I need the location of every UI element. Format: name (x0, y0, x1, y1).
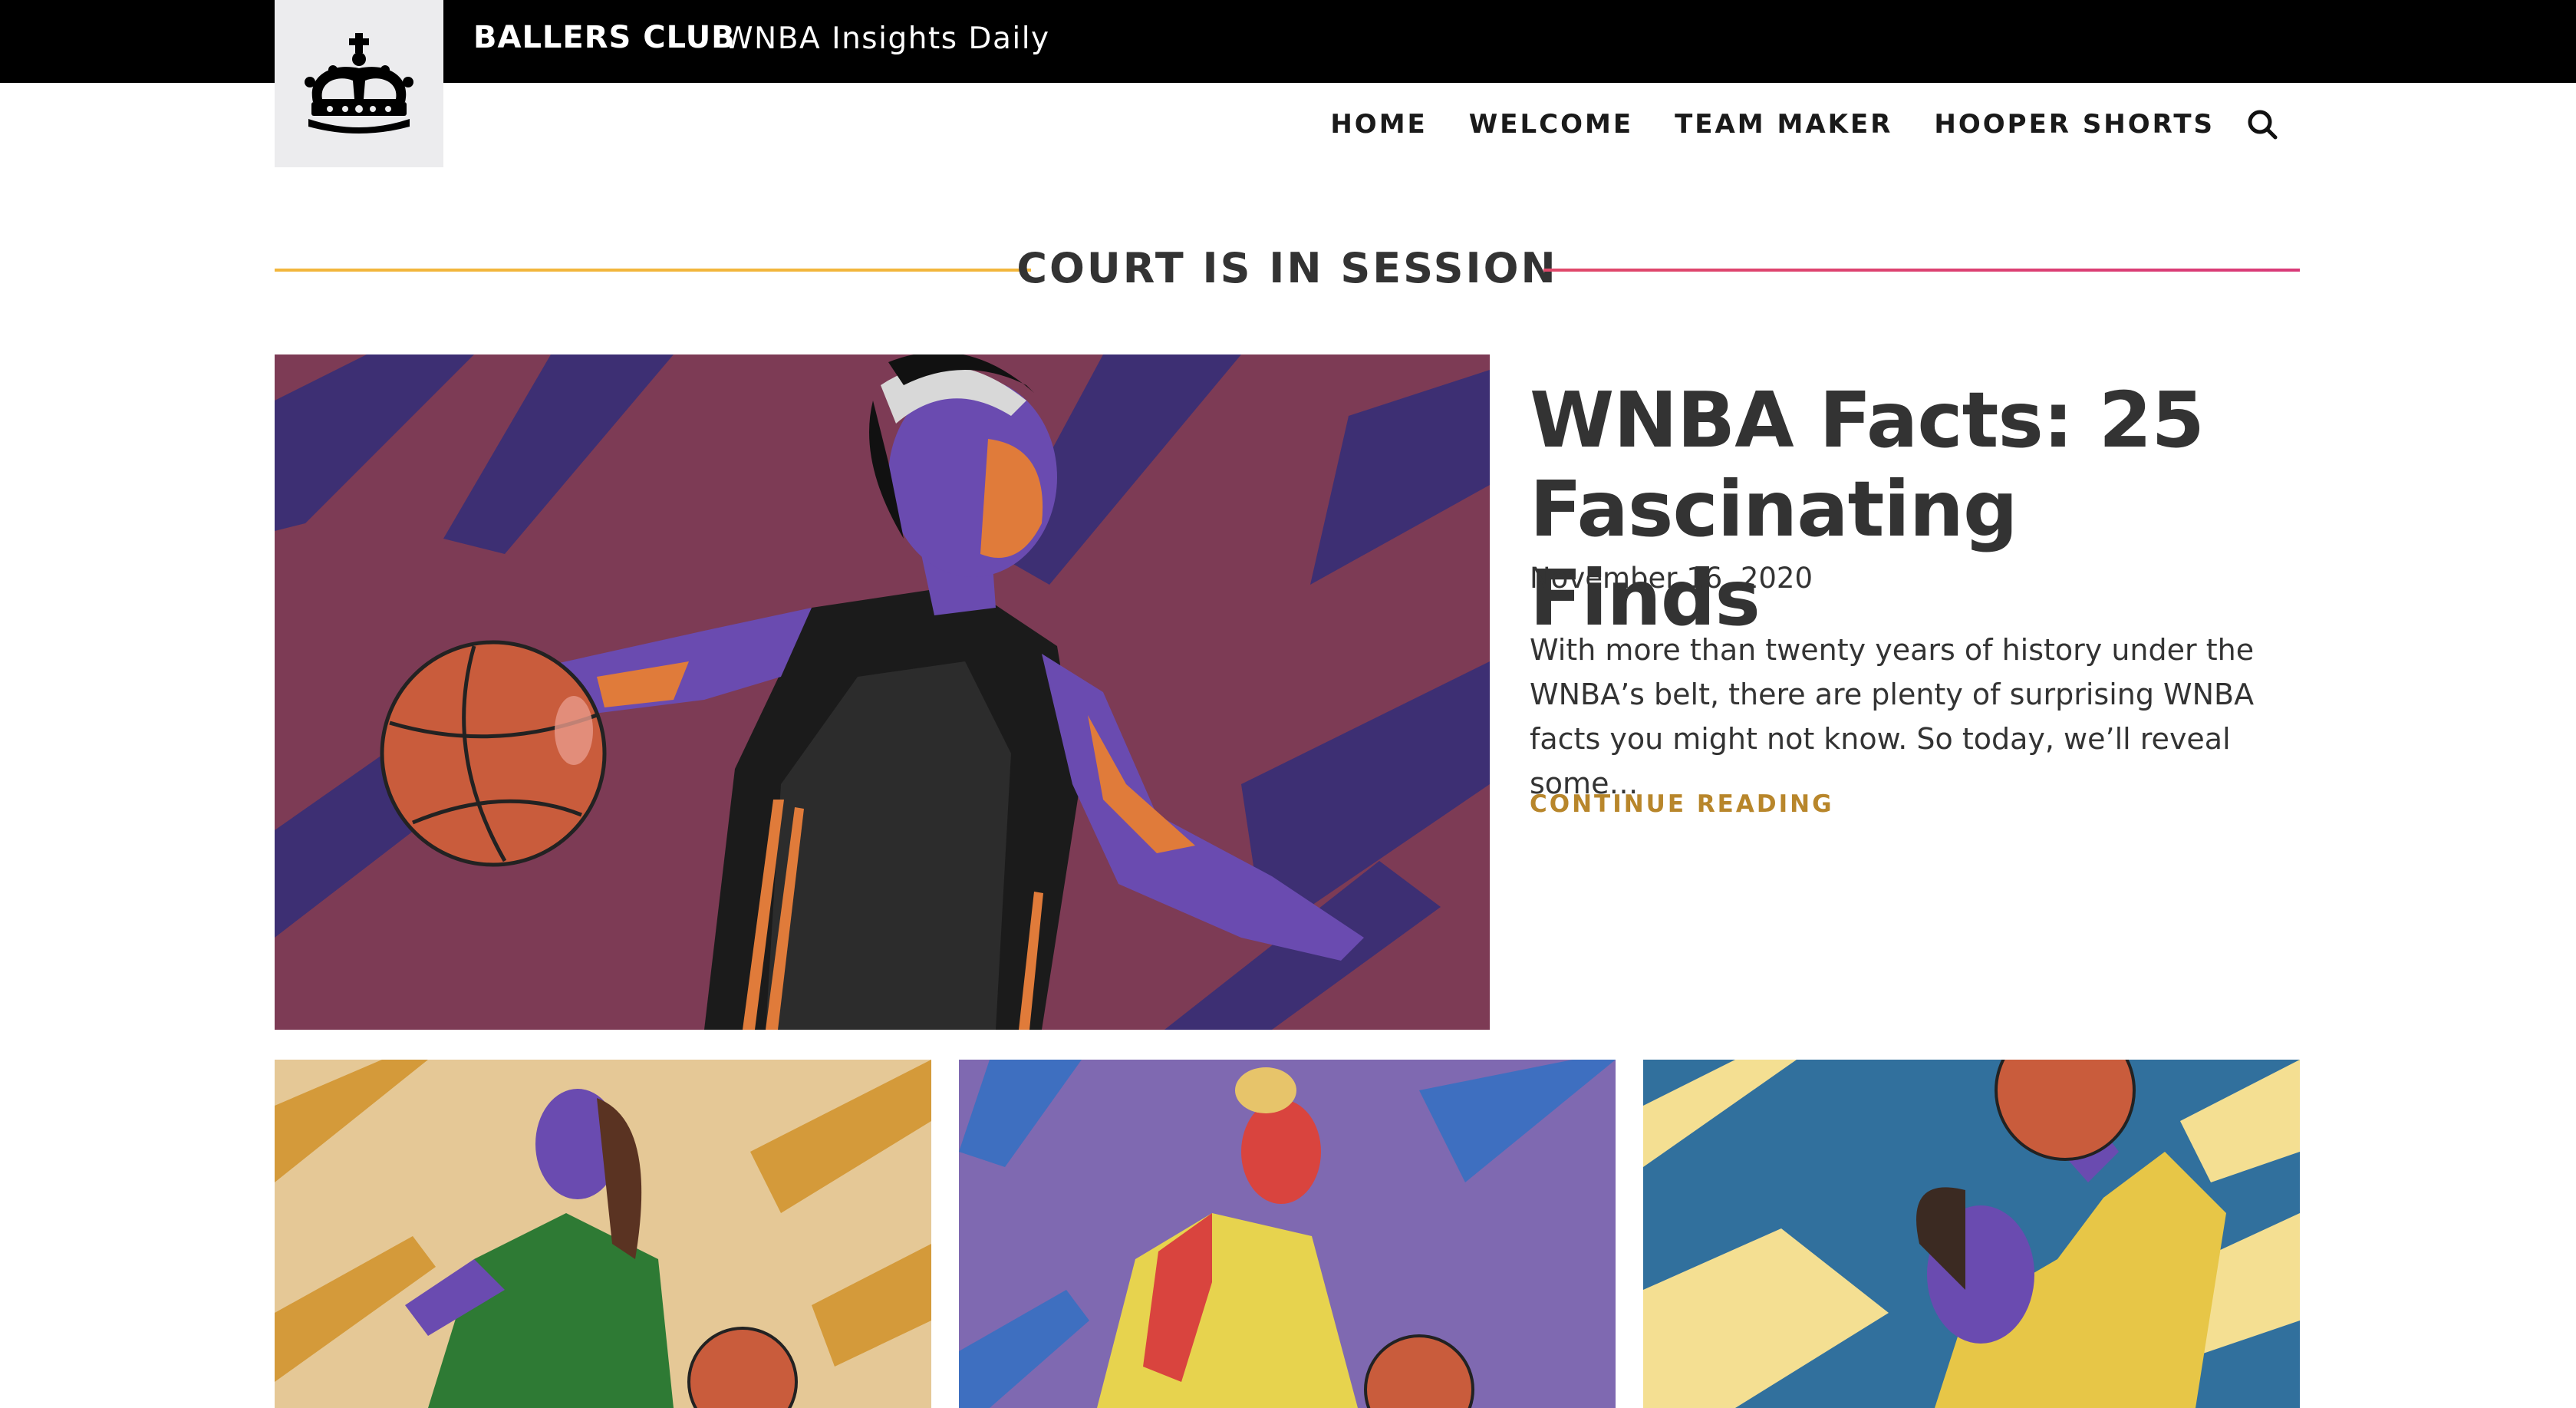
nav-item-hooper-shorts[interactable]: HOOPER SHORTS (1934, 109, 2215, 140)
post-card-image[interactable] (1643, 1060, 2300, 1408)
featured-post-image[interactable] (275, 354, 1490, 1030)
nav-item-welcome[interactable]: WELCOME (1469, 109, 1633, 140)
nav-item-home[interactable]: HOME (1330, 109, 1427, 140)
post-card-image[interactable] (959, 1060, 1616, 1408)
main-nav: HOME WELCOME TEAM MAKER HOOPER SHORTS (1330, 107, 2279, 141)
featured-post-date: November 16, 2020 (1530, 562, 1813, 595)
heading-divider-right (1543, 269, 2300, 272)
search-icon (2246, 108, 2278, 140)
featured-post-excerpt: With more than twenty years of history u… (1530, 633, 2255, 800)
featured-post-title[interactable]: WNBA Facts: 25 Fascinating Finds (1530, 376, 2266, 643)
search-button[interactable] (2245, 107, 2279, 141)
site-logo[interactable] (275, 0, 443, 167)
section-heading: COURT IS IN SESSION (275, 244, 2300, 295)
post-card-image[interactable] (275, 1060, 931, 1408)
site-tagline: WNBA Insights Daily (723, 21, 1050, 56)
crown-icon (299, 31, 419, 136)
site-title[interactable]: BALLERS CLUB (473, 20, 736, 55)
continue-reading-link[interactable]: CONTINUE READING (1530, 790, 1834, 818)
nav-item-team-maker[interactable]: TEAM MAKER (1675, 109, 1892, 140)
